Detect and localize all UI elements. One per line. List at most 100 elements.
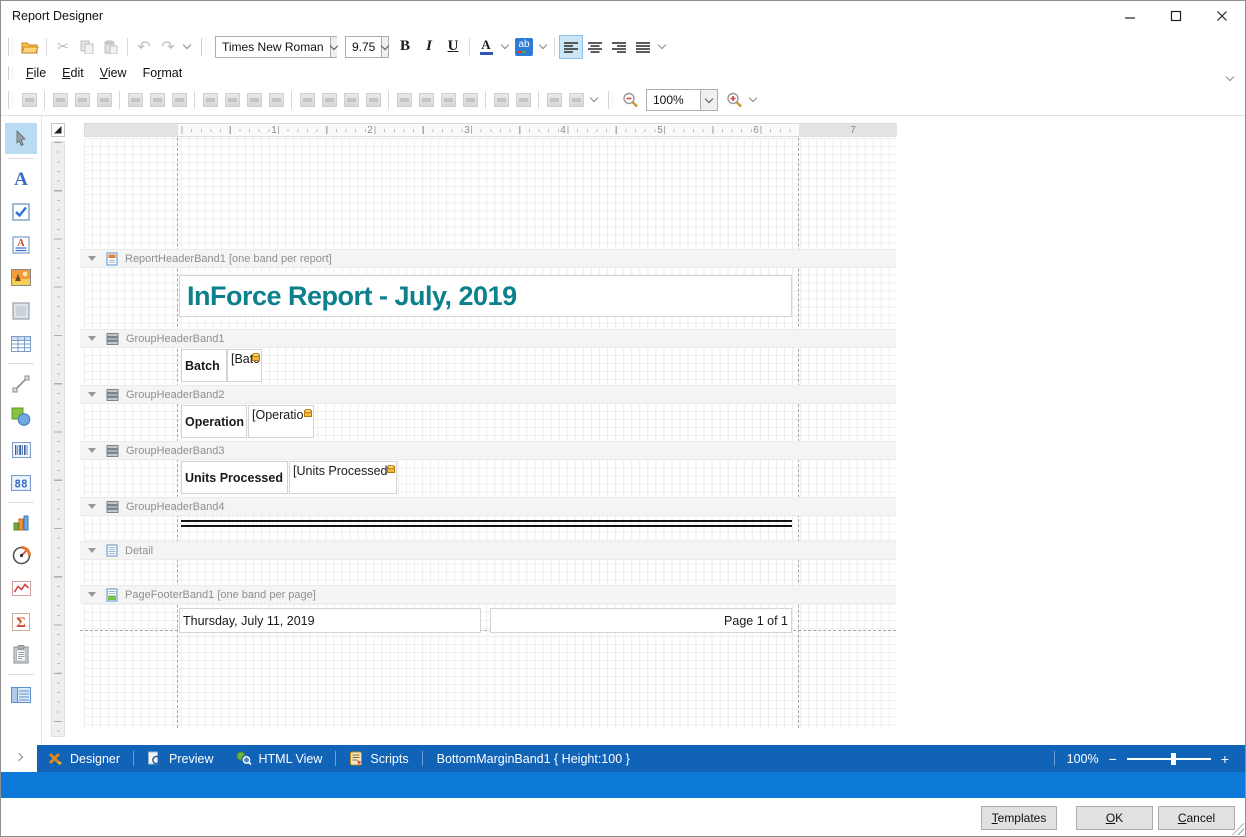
- font-family-combobox[interactable]: Times New Roman: [215, 36, 337, 58]
- zoom-in-button[interactable]: [722, 88, 746, 112]
- menu-view[interactable]: View: [92, 66, 135, 80]
- zoom-out-button[interactable]: [618, 88, 642, 112]
- summary-tool[interactable]: Σ: [5, 606, 37, 637]
- templates-button[interactable]: Templates: [981, 806, 1057, 830]
- collapse-arrow-icon[interactable]: [88, 256, 96, 261]
- menu-format[interactable]: Format: [135, 66, 191, 80]
- band-strip-detail[interactable]: Detail: [80, 541, 896, 560]
- zip-code-tool[interactable]: 88: [5, 467, 37, 498]
- align-text-center-button[interactable]: [583, 35, 607, 59]
- ok-button[interactable]: OK: [1076, 806, 1153, 830]
- zoom-in-slider-button[interactable]: +: [1221, 752, 1229, 766]
- band-strip-group-header-4[interactable]: GroupHeaderBand4: [80, 497, 896, 516]
- font-color-button[interactable]: A: [474, 35, 498, 59]
- decrease-vertical-spacing-icon[interactable]: [459, 89, 481, 111]
- batch-caption-label[interactable]: Batch: [181, 349, 227, 382]
- bring-to-front-icon[interactable]: [543, 89, 565, 111]
- band-strip-group-header-2[interactable]: GroupHeaderBand2: [80, 385, 896, 404]
- toolbox-expander[interactable]: [1, 745, 37, 772]
- increase-horizontal-spacing-icon[interactable]: [340, 89, 362, 111]
- paste-button[interactable]: [99, 35, 123, 59]
- align-bottom-edges-icon[interactable]: [168, 89, 190, 111]
- minimize-button[interactable]: [1107, 1, 1153, 31]
- tab-designer[interactable]: Designer: [37, 745, 131, 772]
- justify-text-button[interactable]: [631, 35, 655, 59]
- equal-horizontal-spacing-icon[interactable]: [318, 89, 340, 111]
- layout-overflow-button[interactable]: [587, 88, 601, 112]
- close-button[interactable]: [1199, 1, 1245, 31]
- tab-html-view[interactable]: HTML View: [225, 745, 334, 772]
- align-left-edges-icon[interactable]: [49, 89, 71, 111]
- increase-vertical-spacing-icon[interactable]: [437, 89, 459, 111]
- center-vertically-icon[interactable]: [512, 89, 534, 111]
- fit-bounds-to-container-icon[interactable]: [221, 89, 243, 111]
- fit-width-to-container-icon[interactable]: [199, 89, 221, 111]
- align-to-grid-icon[interactable]: [18, 89, 40, 111]
- report-page[interactable]: ReportHeaderBand1 [one band per report] …: [80, 138, 896, 744]
- band-strip-group-header-1[interactable]: GroupHeaderBand1: [80, 329, 896, 348]
- undo-button[interactable]: ↶: [132, 35, 156, 59]
- center-horizontally-icon[interactable]: [490, 89, 512, 111]
- bar-code-tool[interactable]: [5, 434, 37, 465]
- picture-box-tool[interactable]: [5, 262, 37, 293]
- band-strip-report-header[interactable]: ReportHeaderBand1 [one band per report]: [80, 249, 896, 268]
- line-tool[interactable]: [5, 368, 37, 399]
- units-caption-label[interactable]: Units Processed: [181, 461, 288, 494]
- align-horizontal-centers-icon[interactable]: [71, 89, 93, 111]
- ruler-corner-widget[interactable]: [51, 123, 65, 137]
- label-tool[interactable]: A: [5, 163, 37, 194]
- operation-caption-label[interactable]: Operation: [181, 405, 247, 438]
- redo-button[interactable]: ↷: [156, 35, 180, 59]
- font-family-dropdown-button[interactable]: [330, 37, 337, 57]
- menu-file[interactable]: File: [18, 66, 54, 80]
- zoom-out-slider-button[interactable]: −: [1109, 752, 1117, 766]
- bold-button[interactable]: B: [393, 35, 417, 59]
- italic-button[interactable]: I: [417, 35, 441, 59]
- chart-tool[interactable]: [5, 507, 37, 538]
- check-box-tool[interactable]: [5, 196, 37, 227]
- equal-vertical-spacing-icon[interactable]: [415, 89, 437, 111]
- undo-dropdown-button[interactable]: [180, 35, 194, 59]
- highlight-button[interactable]: ab: [512, 35, 536, 59]
- collapse-arrow-icon[interactable]: [88, 336, 96, 341]
- tab-scripts[interactable]: Scripts: [338, 745, 419, 772]
- highlight-dropdown-button[interactable]: [536, 35, 550, 59]
- zoom-combobox[interactable]: 100%: [646, 89, 718, 111]
- size-to-grid-icon[interactable]: [265, 89, 287, 111]
- panel-tool[interactable]: [5, 295, 37, 326]
- maximize-button[interactable]: [1153, 1, 1199, 31]
- page-info-tool[interactable]: [5, 639, 37, 670]
- decrease-horizontal-spacing-icon[interactable]: [362, 89, 384, 111]
- footer-date-label[interactable]: Thursday, July 11, 2019: [179, 608, 481, 633]
- menu-edit[interactable]: Edit: [54, 66, 92, 80]
- band-strip-group-header-3[interactable]: GroupHeaderBand3: [80, 441, 896, 460]
- table-tool[interactable]: [5, 328, 37, 359]
- cut-button[interactable]: ✂: [51, 35, 75, 59]
- font-color-dropdown-button[interactable]: [498, 35, 512, 59]
- zoom-slider[interactable]: [1127, 758, 1211, 760]
- sparkline-tool[interactable]: [5, 573, 37, 604]
- alignment-overflow-button[interactable]: [655, 35, 669, 59]
- align-text-left-button[interactable]: [559, 35, 583, 59]
- font-size-dropdown-button[interactable]: [381, 37, 388, 57]
- align-text-right-button[interactable]: [607, 35, 631, 59]
- shape-tool[interactable]: [5, 401, 37, 432]
- zoom-overflow-button[interactable]: [746, 88, 760, 112]
- copy-button[interactable]: [75, 35, 99, 59]
- report-title-label[interactable]: InForce Report - July, 2019: [179, 275, 792, 317]
- collapse-arrow-icon[interactable]: [88, 392, 96, 397]
- align-right-edges-icon[interactable]: [93, 89, 115, 111]
- fit-height-to-container-icon[interactable]: [243, 89, 265, 111]
- units-field-label[interactable]: [Units Processed: [289, 461, 397, 494]
- remove-horizontal-spacing-icon[interactable]: [393, 89, 415, 111]
- tab-preview[interactable]: Preview: [136, 745, 224, 772]
- align-top-edges-icon[interactable]: [124, 89, 146, 111]
- design-surface[interactable]: 1 2 3 4 5 6 7 ReportHeaderBand1 [one ban…: [42, 116, 1245, 745]
- make-same-width-icon[interactable]: [296, 89, 318, 111]
- double-line-control[interactable]: [181, 520, 792, 527]
- subreport-tool[interactable]: [5, 679, 37, 710]
- collapse-arrow-icon[interactable]: [88, 592, 96, 597]
- gauge-tool[interactable]: [5, 540, 37, 571]
- zoom-slider-thumb[interactable]: [1171, 753, 1176, 765]
- align-vertical-centers-icon[interactable]: [146, 89, 168, 111]
